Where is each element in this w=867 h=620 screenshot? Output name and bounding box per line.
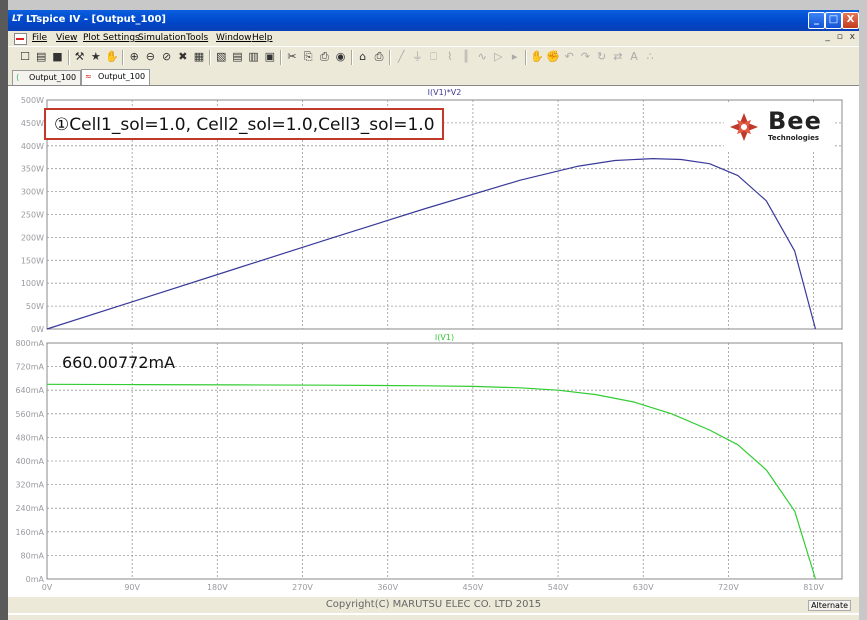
y-tick-label: 400W	[21, 142, 44, 151]
x-tick-label: 180V	[207, 583, 228, 592]
y-tick-label: 80mA	[21, 551, 45, 560]
trace-title: I(V1)*V2	[428, 88, 462, 97]
x-tick-label: 0V	[42, 583, 53, 592]
x-tick-label: 630V	[633, 583, 654, 592]
y-tick-label: 350W	[21, 165, 44, 174]
simulation-condition-label: ①Cell1_sol=1.0, Cell2_sol=1.0,Cell3_sol=…	[44, 108, 444, 140]
x-tick-label: 810V	[803, 583, 824, 592]
y-tick-label: 0W	[31, 325, 44, 334]
y-tick-label: 720mA	[15, 363, 44, 372]
y-tick-label: 50W	[26, 302, 44, 311]
logo-brand: Bee	[768, 107, 822, 135]
logo-sub: Technologies	[768, 134, 820, 142]
x-tick-label: 720V	[718, 583, 739, 592]
y-tick-label: 640mA	[15, 386, 44, 395]
bee-technologies-logo: Bee Technologies	[724, 103, 834, 151]
y-tick-label: 160mA	[15, 528, 44, 537]
y-tick-label: 800mA	[15, 339, 44, 348]
x-tick-label: 540V	[548, 583, 569, 592]
x-tick-label: 270V	[292, 583, 313, 592]
y-tick-label: 500W	[21, 96, 44, 105]
y-tick-label: 400mA	[15, 457, 44, 466]
y-tick-label: 560mA	[15, 410, 44, 419]
y-tick-label: 240mA	[15, 504, 44, 513]
y-tick-label: 300W	[21, 188, 44, 197]
current-readout-label: 660.00772mA	[62, 353, 176, 372]
y-tick-label: 450W	[21, 119, 44, 128]
y-tick-label: 480mA	[15, 433, 44, 442]
y-tick-label: 320mA	[15, 481, 44, 490]
y-tick-label: 200W	[21, 233, 44, 242]
x-tick-label: 360V	[377, 583, 398, 592]
trace-title: I(V1)	[435, 333, 454, 342]
y-tick-label: 100W	[21, 279, 44, 288]
x-tick-label: 450V	[463, 583, 484, 592]
y-tick-label: 250W	[21, 211, 44, 220]
waveform-plots[interactable]: 0W 50W 100W 150W 200W 250W 300W 350W 400W 450W 500…	[0, 0, 867, 620]
x-tick-label: 90V	[124, 583, 140, 592]
y-tick-label: 150W	[21, 256, 44, 265]
